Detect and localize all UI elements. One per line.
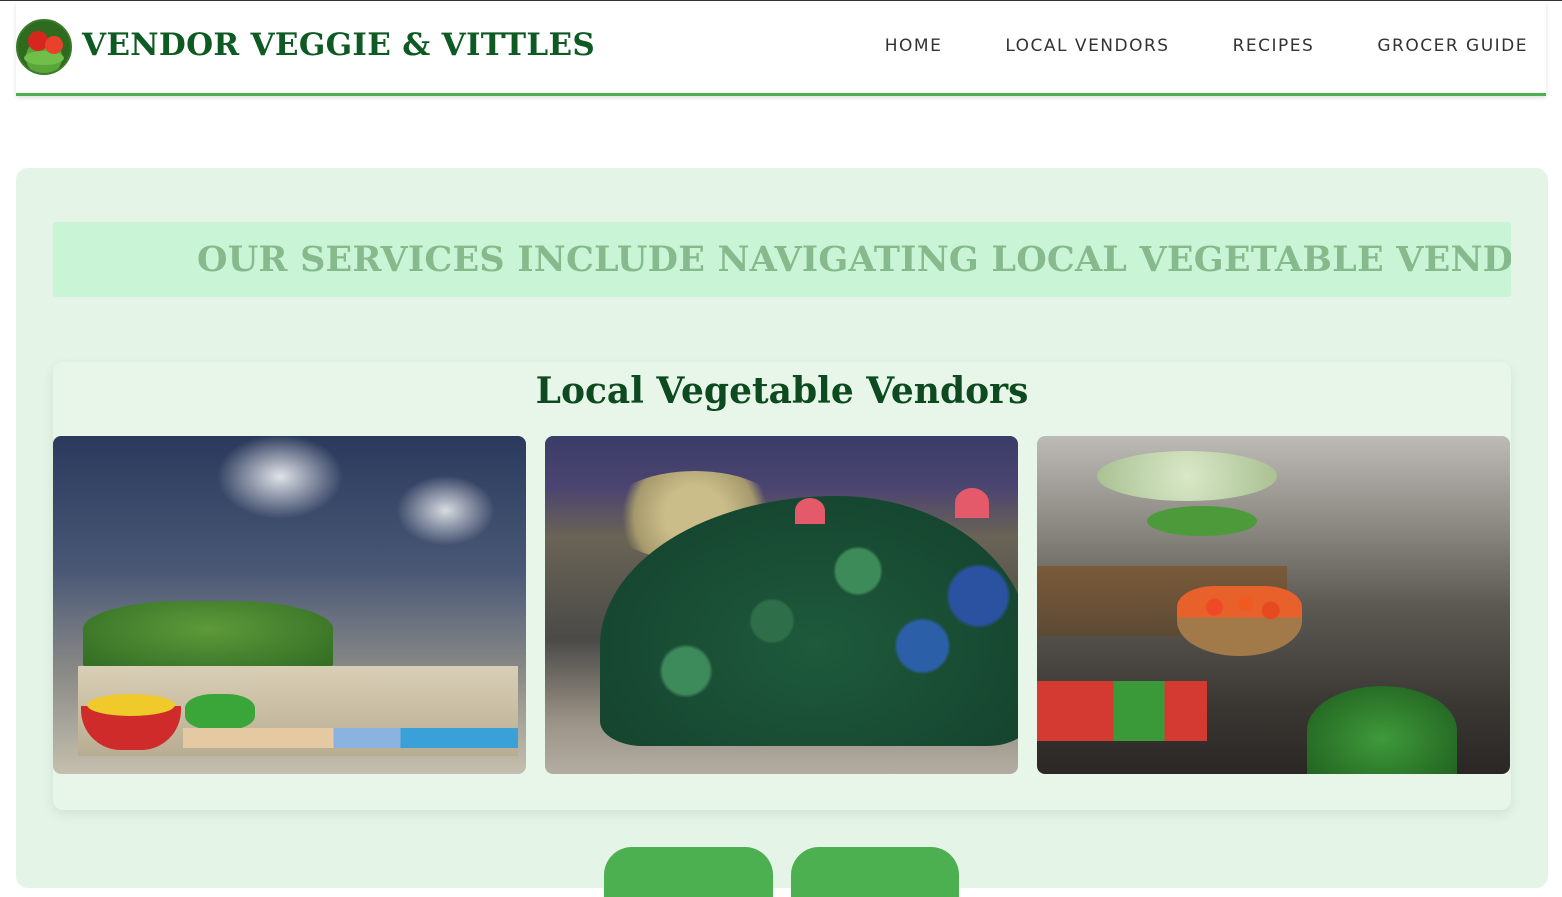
nav-local-vendors[interactable]: LOCAL VENDORS	[1005, 36, 1169, 56]
carousel-prev-button[interactable]	[604, 847, 773, 897]
site-brand-title[interactable]: VENDOR VEGGIE & VITTLES	[82, 27, 595, 63]
services-marquee: OUR SERVICES INCLUDE NAVIGATING LOCAL VE…	[53, 222, 1511, 297]
vendors-title: Local Vegetable Vendors	[535, 370, 1029, 412]
nav-home[interactable]: HOME	[885, 36, 943, 56]
vendor-photo-3[interactable]	[1037, 436, 1510, 774]
vendors-section: Local Vegetable Vendors	[53, 362, 1511, 810]
main-nav: HOME LOCAL VENDORS RECIPES GROCER GUIDE	[822, 36, 1528, 56]
vendor-photo-1[interactable]	[53, 436, 526, 774]
site-header: VENDOR VEGGIE & VITTLES HOME LOCAL VENDO…	[16, 1, 1546, 96]
vegetables-logo-icon[interactable]	[16, 19, 72, 75]
nav-grocer-guide[interactable]: GROCER GUIDE	[1377, 36, 1528, 56]
vendor-photo-2[interactable]	[545, 436, 1018, 774]
services-marquee-text: OUR SERVICES INCLUDE NAVIGATING LOCAL VE…	[197, 239, 1511, 280]
carousel-next-button[interactable]	[791, 847, 959, 897]
nav-recipes[interactable]: RECIPES	[1233, 36, 1315, 56]
main-panel: OUR SERVICES INCLUDE NAVIGATING LOCAL VE…	[16, 168, 1548, 897]
